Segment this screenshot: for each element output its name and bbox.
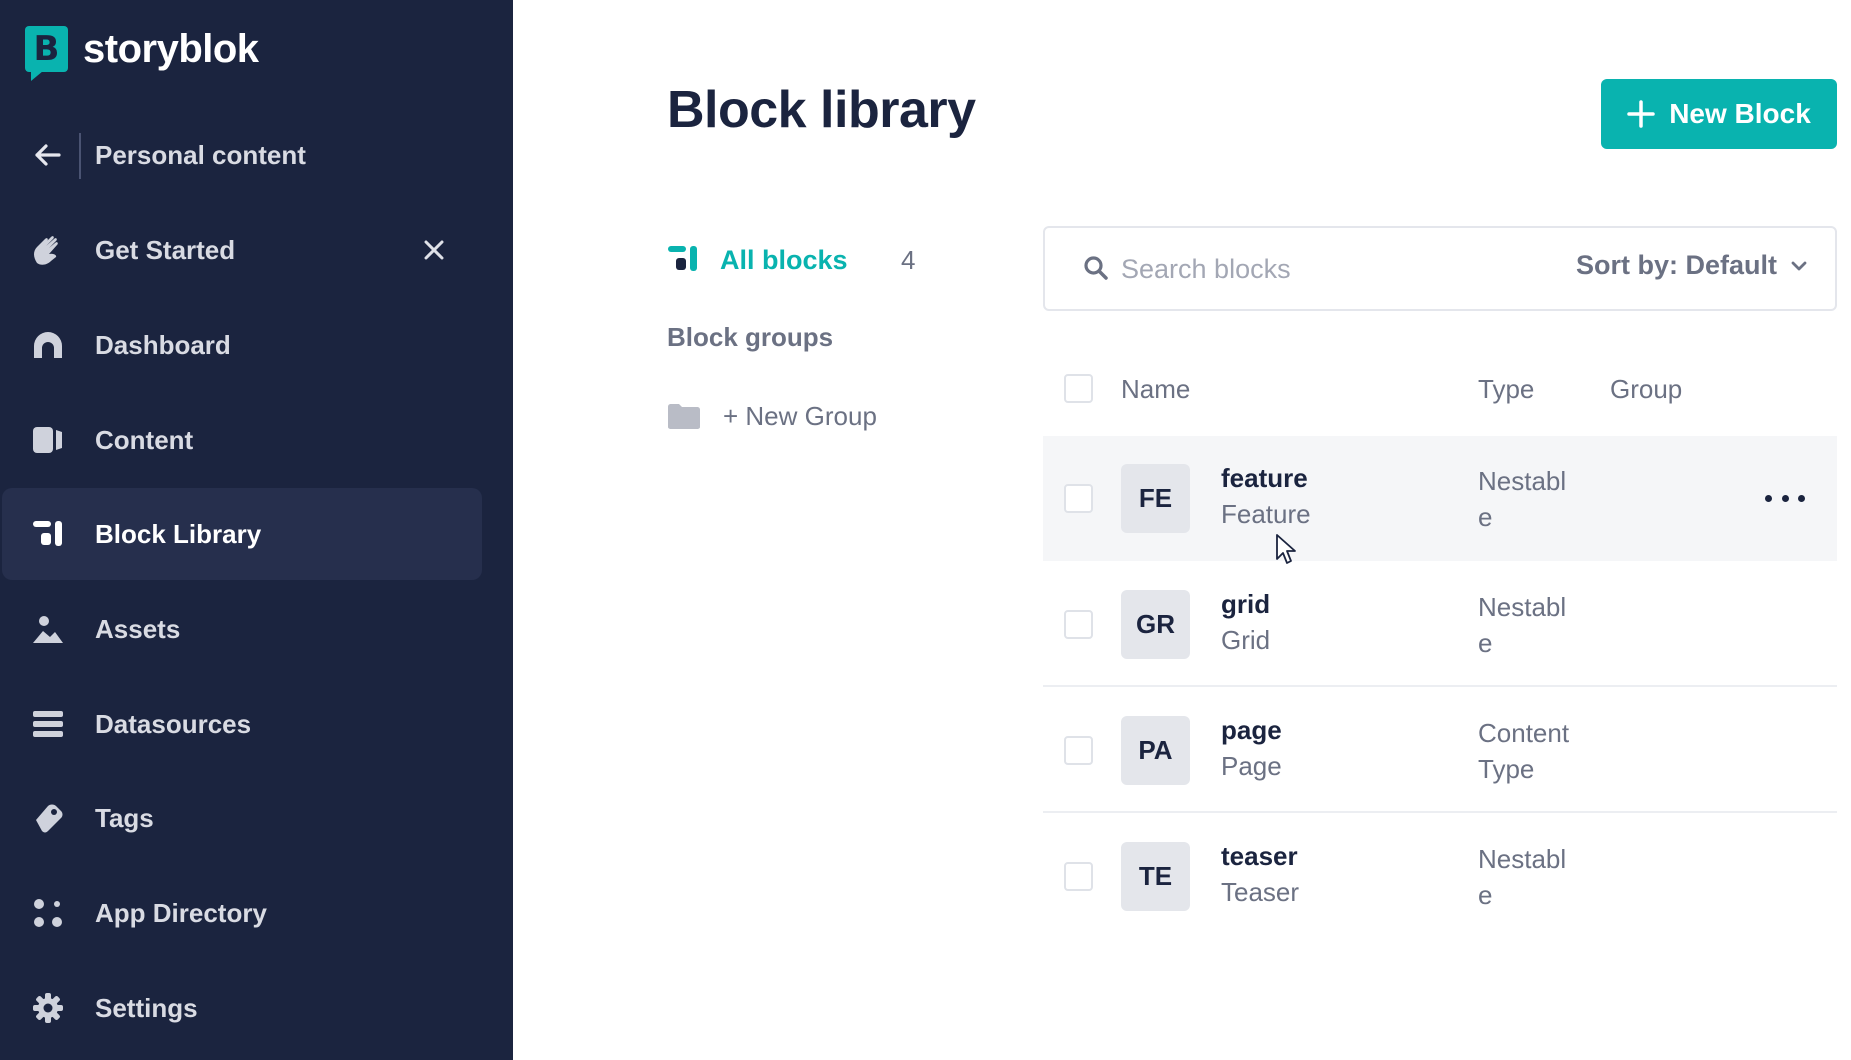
table-row[interactable]: FE feature Feature Nestable	[1043, 436, 1837, 561]
block-badge: TE	[1121, 842, 1190, 911]
row-checkbox[interactable]	[1064, 736, 1093, 765]
sidebar-item-label: Assets	[95, 613, 181, 644]
row-checkbox[interactable]	[1064, 610, 1093, 639]
sidebar-item-assets[interactable]: Assets	[2, 583, 482, 675]
sidebar-item-label: Block Library	[95, 518, 262, 549]
search-input[interactable]	[1121, 246, 1521, 292]
block-badge: FE	[1121, 464, 1190, 533]
block-type: Content Type	[1478, 718, 1570, 784]
block-type: Nestable	[1478, 844, 1567, 910]
search-bar: Sort by: Default	[1043, 226, 1837, 311]
block-library-icon	[667, 244, 699, 279]
block-badge: PA	[1121, 716, 1190, 785]
search-icon	[1083, 255, 1109, 286]
sidebar-item-content[interactable]: Content	[2, 394, 482, 486]
sidebar-item-label: Get Started	[95, 234, 236, 265]
gauge-icon	[30, 327, 66, 363]
brand-logo[interactable]: B storyblok	[25, 22, 259, 81]
block-display-name: Page	[1221, 751, 1282, 781]
sidebar-item-app-directory[interactable]: App Directory	[2, 867, 482, 959]
block-display-name: Teaser	[1221, 877, 1300, 907]
block-type: Nestable	[1478, 466, 1567, 532]
sidebar-item-tags[interactable]: Tags	[2, 772, 482, 864]
new-block-label: New Block	[1669, 98, 1811, 129]
new-group-label: + New Group	[723, 400, 877, 431]
tag-icon	[30, 800, 66, 836]
sidebar-item-label: Dashboard	[95, 329, 231, 360]
folder-icon	[667, 402, 701, 435]
row-checkbox[interactable]	[1064, 484, 1093, 513]
sidebar-item-label: Tags	[95, 802, 154, 833]
row-checkbox[interactable]	[1064, 862, 1093, 891]
table-row[interactable]: GR grid Grid Nestable	[1043, 562, 1837, 687]
block-technical-name: feature	[1221, 463, 1308, 493]
sidebar-item-block-library[interactable]: Block Library	[2, 488, 482, 580]
chevron-down-icon	[1791, 261, 1807, 270]
sidebar-item-dashboard[interactable]: Dashboard	[2, 299, 482, 391]
waving-hand-icon	[30, 232, 66, 268]
sidebar-item-label: Content	[95, 424, 194, 455]
block-technical-name: page	[1221, 715, 1282, 745]
all-blocks-label: All blocks	[720, 244, 848, 275]
close-icon[interactable]	[420, 236, 448, 264]
grid-dots-icon	[30, 895, 66, 931]
column-header-type[interactable]: Type	[1478, 374, 1534, 405]
block-badge: GR	[1121, 590, 1190, 659]
sidebar-item-settings[interactable]: Settings	[2, 962, 482, 1054]
content-icon	[30, 422, 66, 458]
sidebar-item-label: App Directory	[95, 897, 267, 928]
block-library-icon	[30, 516, 66, 552]
sort-label: Sort by: Default	[1575, 250, 1777, 280]
filter-all-blocks[interactable]: All blocks 4	[667, 240, 927, 280]
sidebar-item-label: Settings	[95, 992, 198, 1023]
new-block-button[interactable]: New Block	[1601, 79, 1837, 149]
sidebar-item-label: Datasources	[95, 708, 252, 739]
sidebar-item-get-started[interactable]: Get Started	[2, 204, 482, 296]
block-technical-name: teaser	[1221, 841, 1298, 871]
column-header-name[interactable]: Name	[1121, 374, 1190, 405]
sort-dropdown[interactable]: Sort by: Default	[1576, 250, 1807, 281]
select-all-checkbox[interactable]	[1064, 374, 1093, 403]
sidebar: B storyblok Personal content Get Started…	[0, 0, 513, 1060]
page-title: Block library	[667, 81, 976, 139]
table-row[interactable]: TE teaser Teaser Nestable	[1043, 814, 1837, 939]
app: B storyblok Personal content Get Started…	[0, 0, 1851, 1060]
back-to-personal-content[interactable]: Personal content	[2, 109, 482, 201]
back-separator	[79, 133, 81, 179]
block-type: Nestable	[1478, 592, 1567, 658]
stack-icon	[30, 706, 66, 742]
table-row[interactable]: PA page Page Content Type	[1043, 688, 1837, 813]
logo-mark-letter: B	[33, 29, 60, 69]
more-options-icon[interactable]	[1765, 484, 1805, 512]
column-header-group[interactable]: Group	[1610, 374, 1682, 405]
block-display-name: Feature	[1221, 499, 1311, 529]
all-blocks-count: 4	[901, 244, 916, 275]
back-label: Personal content	[95, 139, 306, 170]
block-groups-heading: Block groups	[667, 322, 834, 352]
brand-name: storyblok	[83, 26, 259, 71]
image-icon	[30, 611, 66, 647]
sidebar-item-datasources[interactable]: Datasources	[2, 678, 482, 770]
arrow-left-icon	[30, 137, 66, 173]
block-technical-name: grid	[1221, 589, 1271, 619]
storyblok-logo-icon: B	[25, 26, 68, 81]
block-display-name: Grid	[1221, 625, 1271, 655]
gear-icon	[30, 990, 66, 1026]
mouse-cursor-icon	[1275, 533, 1297, 570]
plus-icon	[1627, 100, 1655, 128]
